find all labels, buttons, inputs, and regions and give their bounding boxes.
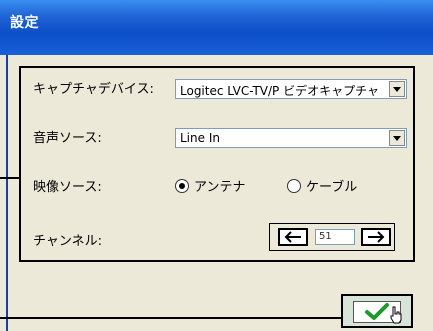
capture-device-dropdown-icon[interactable] — [389, 81, 405, 97]
radio-selected-icon — [175, 178, 189, 193]
callout-line-panel — [0, 177, 20, 179]
audio-source-dropdown-icon[interactable] — [389, 130, 405, 146]
channel-next-button[interactable] — [361, 228, 391, 246]
video-source-label: 映像ソース: — [33, 180, 102, 195]
channel-prev-button[interactable] — [278, 228, 308, 246]
ok-button[interactable] — [341, 294, 413, 328]
capture-device-select[interactable]: Logitec LVC-TV/P ビデオキャプチャ — [175, 79, 407, 99]
left-arrow-icon — [284, 231, 301, 243]
audio-source-select[interactable]: Line In — [175, 128, 407, 148]
radio-unselected-icon — [287, 178, 301, 193]
channel-label: チャンネル: — [33, 234, 102, 249]
titlebar: 設定 — [0, 0, 433, 55]
right-arrow-icon — [368, 231, 385, 243]
channel-stepper: 51 — [269, 223, 395, 251]
window-left-edge — [6, 55, 8, 331]
video-source-cable-label: ケーブル — [306, 180, 358, 195]
hand-cursor-icon — [390, 306, 402, 324]
settings-window: 設定 キャプチャデバイス: Logitec LVC-TV/P ビデオキャプチャ … — [0, 0, 433, 331]
audio-source-value: Line In — [180, 131, 220, 145]
window-title: 設定 — [10, 15, 39, 31]
video-source-cable-radio[interactable]: ケーブル — [287, 176, 357, 195]
capture-device-label: キャプチャデバイス: — [33, 82, 154, 97]
video-source-antenna-label: アンテナ — [194, 180, 246, 195]
capture-device-value: Logitec LVC-TV/P ビデオキャプチャ — [180, 84, 379, 98]
audio-source-label: 音声ソース: — [33, 131, 102, 146]
channel-input[interactable]: 51 — [315, 229, 355, 245]
callout-line-ok — [0, 317, 342, 319]
video-source-antenna-radio[interactable]: アンテナ — [175, 176, 245, 195]
